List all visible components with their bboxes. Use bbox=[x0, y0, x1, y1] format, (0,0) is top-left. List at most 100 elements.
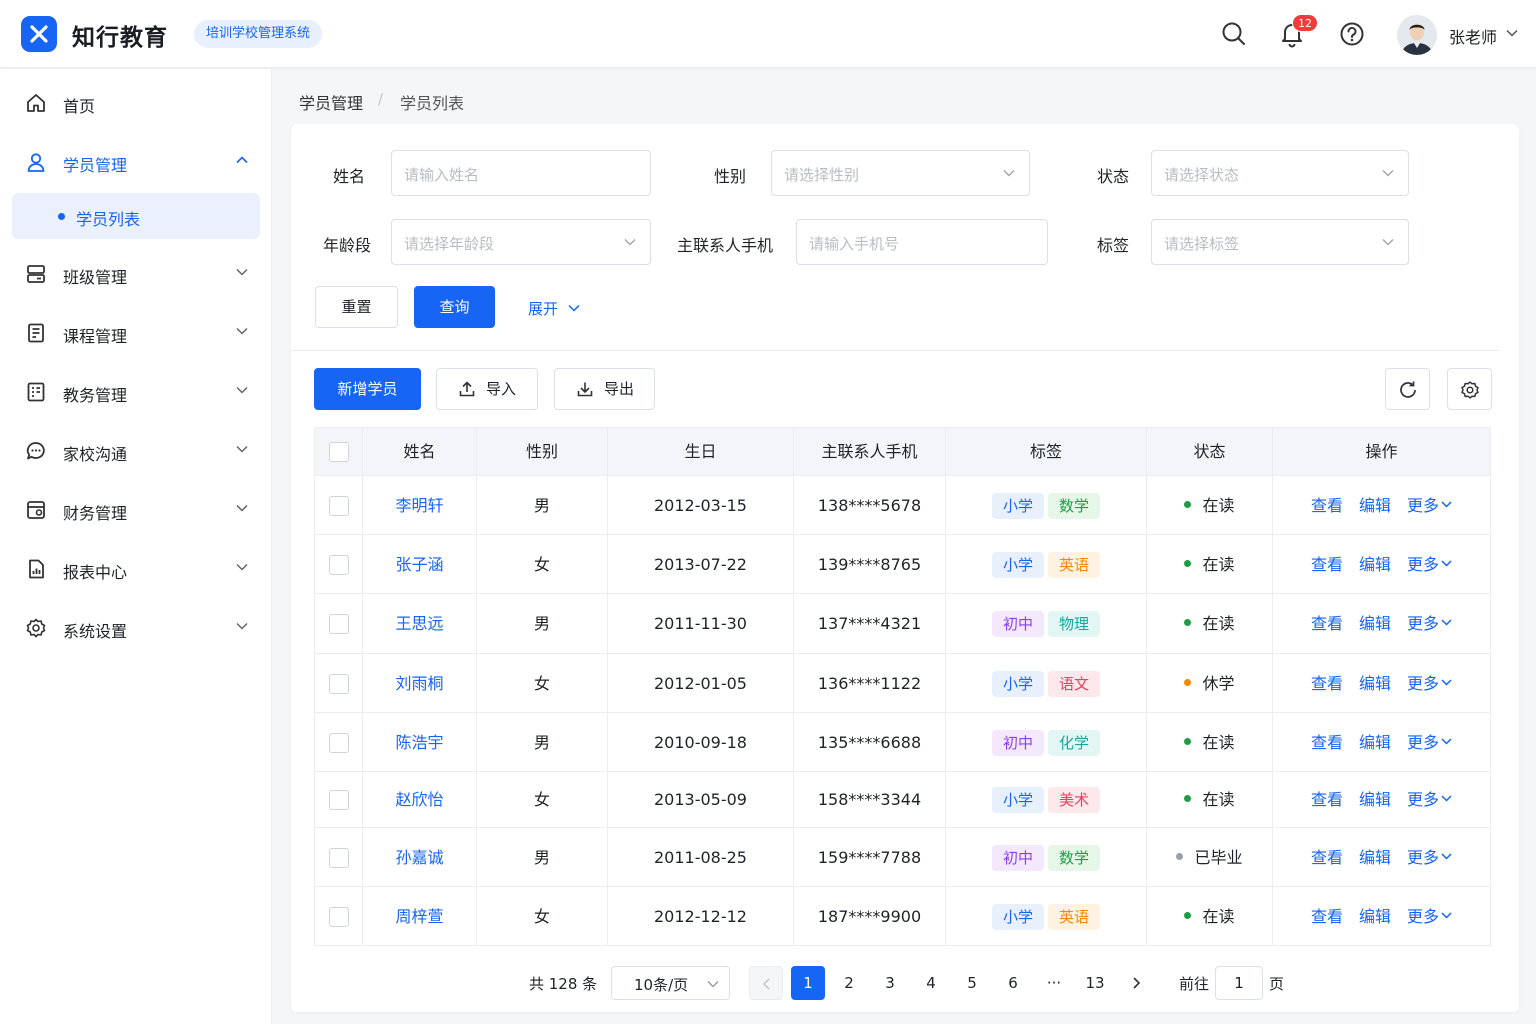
edit-link[interactable]: 编辑 bbox=[1359, 674, 1391, 693]
view-link[interactable]: 查看 bbox=[1311, 733, 1343, 752]
row-checkbox[interactable] bbox=[329, 555, 349, 575]
refresh-button[interactable] bbox=[1385, 368, 1430, 410]
gender-select[interactable]: 请选择性别 bbox=[771, 150, 1030, 196]
student-name-link[interactable]: 赵欣怡 bbox=[395, 790, 443, 809]
add-student-button[interactable]: 新增学员 bbox=[314, 368, 421, 410]
column-header[interactable]: 性别 bbox=[477, 428, 608, 476]
age-select[interactable]: 请选择年龄段 bbox=[391, 219, 651, 265]
view-link[interactable]: 查看 bbox=[1311, 907, 1343, 926]
row-checkbox[interactable] bbox=[329, 674, 349, 694]
student-name-link[interactable]: 刘雨桐 bbox=[395, 674, 443, 693]
edit-link[interactable]: 编辑 bbox=[1359, 733, 1391, 752]
page-ellipsis[interactable]: ··· bbox=[1037, 966, 1071, 1000]
sidebar-item-academic-management[interactable]: 教务管理 bbox=[0, 372, 272, 412]
edit-link[interactable]: 编辑 bbox=[1359, 496, 1391, 515]
column-header[interactable]: 姓名 bbox=[363, 428, 477, 476]
more-link[interactable]: 更多 bbox=[1407, 496, 1452, 515]
chevron-down-icon[interactable] bbox=[568, 304, 580, 312]
avatar[interactable] bbox=[1397, 15, 1437, 55]
more-link[interactable]: 更多 bbox=[1407, 674, 1452, 693]
status-cell: 在读 bbox=[1147, 713, 1273, 772]
column-header[interactable]: 标签 bbox=[946, 428, 1147, 476]
page-size-select[interactable]: 10条/页 bbox=[611, 966, 730, 1000]
view-link[interactable]: 查看 bbox=[1311, 674, 1343, 693]
name-input[interactable]: 请输入姓名 bbox=[391, 150, 651, 196]
reset-button[interactable]: 重置 bbox=[315, 286, 398, 328]
edit-link[interactable]: 编辑 bbox=[1359, 790, 1391, 809]
page-number-button[interactable]: 4 bbox=[914, 966, 948, 1000]
view-link[interactable]: 查看 bbox=[1311, 848, 1343, 867]
sidebar-item-system-settings[interactable]: 系统设置 bbox=[0, 608, 272, 648]
expand-link[interactable]: 展开 bbox=[528, 298, 558, 319]
table-row: 赵欣怡女 2013-05-09 158****3344 小学 美术 在读 查看 编辑 更多 bbox=[315, 772, 1490, 828]
sidebar-item-finance-management[interactable]: 财务管理 bbox=[0, 490, 272, 530]
row-checkbox[interactable] bbox=[329, 733, 349, 753]
row-checkbox[interactable] bbox=[329, 848, 349, 868]
breadcrumb-item[interactable]: 学员管理 bbox=[299, 90, 363, 114]
import-button[interactable]: 导入 bbox=[436, 368, 538, 410]
query-button[interactable]: 查询 bbox=[414, 286, 495, 328]
next-page-button[interactable] bbox=[1119, 966, 1153, 1000]
phone-input[interactable]: 请输入手机号 bbox=[796, 219, 1048, 265]
page-number-button[interactable]: 3 bbox=[873, 966, 907, 1000]
sidebar-item-course-management[interactable]: 课程管理 bbox=[0, 313, 272, 353]
view-link[interactable]: 查看 bbox=[1311, 555, 1343, 574]
row-checkbox[interactable] bbox=[329, 496, 349, 516]
column-header[interactable]: 生日 bbox=[608, 428, 794, 476]
student-name-link[interactable]: 王思远 bbox=[395, 614, 443, 633]
page-number-button[interactable]: 6 bbox=[996, 966, 1030, 1000]
row-checkbox[interactable] bbox=[329, 790, 349, 810]
row-select-cell bbox=[315, 713, 363, 772]
logo-icon[interactable] bbox=[21, 16, 57, 52]
row-checkbox[interactable] bbox=[329, 907, 349, 927]
select-all-checkbox[interactable] bbox=[329, 442, 349, 462]
student-name-link[interactable]: 张子涵 bbox=[395, 555, 443, 574]
export-button[interactable]: 导出 bbox=[554, 368, 655, 410]
view-link[interactable]: 查看 bbox=[1311, 496, 1343, 515]
student-name-cell: 陈浩宇 bbox=[363, 713, 477, 772]
chevron-down-icon[interactable] bbox=[1506, 29, 1518, 37]
edit-link[interactable]: 编辑 bbox=[1359, 555, 1391, 574]
search-icon[interactable] bbox=[1220, 20, 1248, 48]
sidebar-item-home[interactable]: 首页 bbox=[0, 83, 272, 123]
more-link[interactable]: 更多 bbox=[1407, 614, 1452, 633]
student-name-link[interactable]: 陈浩宇 bbox=[395, 733, 443, 752]
page-number-button[interactable]: 5 bbox=[955, 966, 989, 1000]
student-name-link[interactable]: 周梓萱 bbox=[395, 907, 443, 926]
student-name-link[interactable]: 孙嘉诚 bbox=[395, 848, 443, 867]
brand-name: 知行教育 bbox=[72, 25, 168, 51]
status-dot bbox=[1184, 679, 1192, 686]
tag-select[interactable]: 请选择标签 bbox=[1151, 219, 1409, 265]
help-icon[interactable] bbox=[1338, 20, 1366, 48]
sidebar-subitem-student-list[interactable]: 学员列表 bbox=[12, 193, 260, 239]
sidebar-item-home-school[interactable]: 家校沟通 bbox=[0, 431, 272, 471]
more-link[interactable]: 更多 bbox=[1407, 733, 1452, 752]
column-header[interactable]: 主联系人手机 bbox=[794, 428, 946, 476]
goto-page-input[interactable]: 1 bbox=[1215, 966, 1263, 1000]
birthday-cell: 2011-08-25 bbox=[608, 828, 794, 887]
status-select[interactable]: 请选择状态 bbox=[1151, 150, 1409, 196]
more-link[interactable]: 更多 bbox=[1407, 555, 1452, 574]
sidebar-item-report-center[interactable]: 报表中心 bbox=[0, 549, 272, 589]
user-icon bbox=[25, 151, 47, 173]
more-link[interactable]: 更多 bbox=[1407, 790, 1452, 809]
user-name[interactable]: 张老师 bbox=[1449, 24, 1497, 48]
row-checkbox[interactable] bbox=[329, 614, 349, 634]
page-number-button[interactable]: 2 bbox=[832, 966, 866, 1000]
sidebar-item-student-management[interactable]: 学员管理 bbox=[0, 142, 272, 182]
sidebar-item-class-management[interactable]: 班级管理 bbox=[0, 254, 272, 294]
edit-link[interactable]: 编辑 bbox=[1359, 907, 1391, 926]
page-number-button[interactable]: 13 bbox=[1078, 966, 1112, 1000]
more-link[interactable]: 更多 bbox=[1407, 848, 1452, 867]
column-header[interactable]: 操作 bbox=[1273, 428, 1490, 476]
more-link[interactable]: 更多 bbox=[1407, 907, 1452, 926]
view-link[interactable]: 查看 bbox=[1311, 790, 1343, 809]
column-settings-button[interactable] bbox=[1447, 368, 1492, 410]
prev-page-button[interactable] bbox=[749, 966, 783, 1000]
view-link[interactable]: 查看 bbox=[1311, 614, 1343, 633]
column-header[interactable]: 状态 bbox=[1147, 428, 1273, 476]
page-number-button[interactable]: 1 bbox=[791, 966, 825, 1000]
edit-link[interactable]: 编辑 bbox=[1359, 848, 1391, 867]
student-name-link[interactable]: 李明轩 bbox=[395, 496, 443, 515]
edit-link[interactable]: 编辑 bbox=[1359, 614, 1391, 633]
